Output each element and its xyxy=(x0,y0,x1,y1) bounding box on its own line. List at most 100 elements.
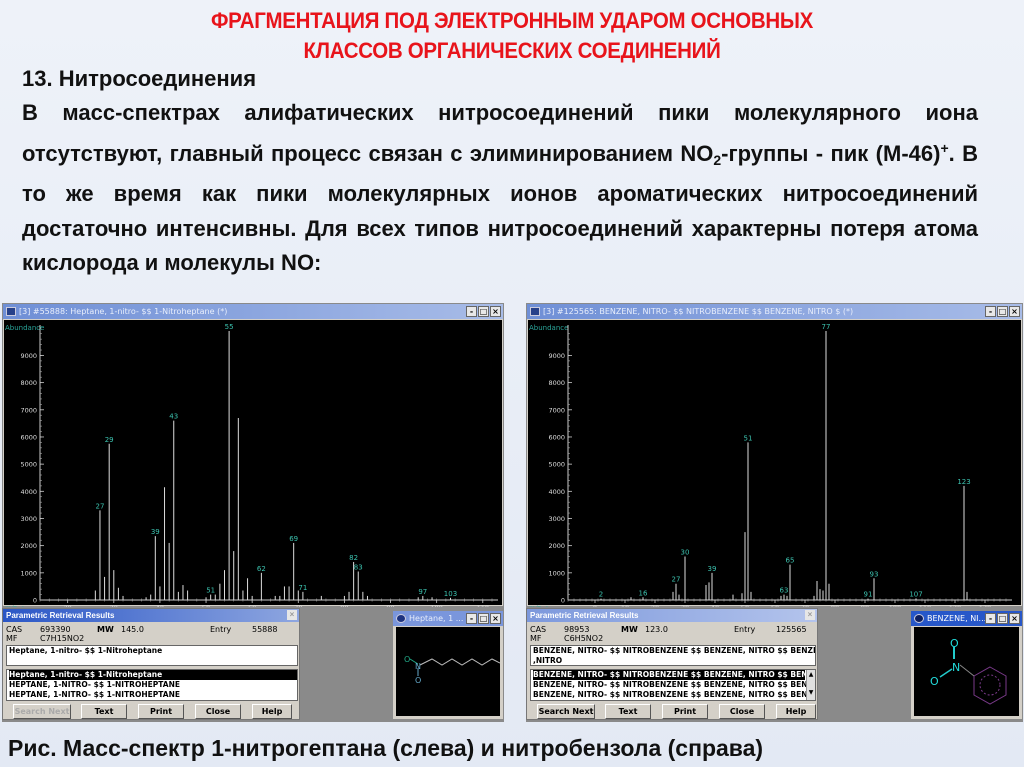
right-structure-window[interactable]: BENZENE, NI... - □ × O N O xyxy=(910,610,1023,720)
y-tick-label: 3000 xyxy=(548,515,565,523)
list-item[interactable]: BENZENE, NITRO- $$ NITROBENZENE $$ BENZE… xyxy=(533,690,815,700)
maximize-button[interactable]: □ xyxy=(478,613,489,624)
peak-label: 69 xyxy=(289,535,298,543)
structure-app-icon xyxy=(914,614,924,623)
minimize-button[interactable]: - xyxy=(985,306,996,317)
list-item[interactable]: Heptane, 1-nitro- $$ 1-Nitroheptane xyxy=(9,670,297,680)
list-scrollbar[interactable]: ▲ ▼ xyxy=(806,670,815,700)
right-results-panel[interactable]: Parametric Retrieval Results × CAS 98953 … xyxy=(526,608,818,720)
peak-label: 55 xyxy=(225,323,234,331)
compound-name-field[interactable]: BENZENE, NITRO- $$ NITROBENZENE $$ BENZE… xyxy=(530,645,816,666)
print-button[interactable]: Print xyxy=(662,704,708,719)
maximize-button[interactable]: □ xyxy=(478,306,489,317)
search-next-button[interactable]: Search Next xyxy=(537,704,595,719)
close-button[interactable]: × xyxy=(1009,613,1020,624)
list-item[interactable]: BENZENE, NITRO- $$ NITROBENZENE $$ BENZE… xyxy=(533,680,815,690)
entry-label: Entry xyxy=(734,625,756,634)
y-tick-label: 5000 xyxy=(20,461,37,469)
right-spectrum-plot: Abundance 0 1000 2000 3000 4000 5000 6000 7000 80… xyxy=(528,320,1021,607)
peak-label: 65 xyxy=(786,557,795,565)
y-tick-label: 8000 xyxy=(548,379,565,387)
text-button[interactable]: Text xyxy=(605,704,651,719)
peak-label: 62 xyxy=(257,565,266,573)
y-tick-label: 7000 xyxy=(548,406,565,414)
y-tick-label: 6000 xyxy=(20,433,37,441)
close-button[interactable]: × xyxy=(490,306,501,317)
help-button[interactable]: Help xyxy=(252,704,292,719)
peak-label: 97 xyxy=(418,588,427,596)
atom-o2: O xyxy=(415,676,421,685)
para-superscript: + xyxy=(940,139,949,156)
atom-o1: O xyxy=(950,637,959,650)
y-tick-label: 9000 xyxy=(548,352,565,360)
para-subscript: 2 xyxy=(713,151,722,168)
mw-label: MW xyxy=(97,625,114,634)
mw-value: 145.0 xyxy=(121,625,144,634)
right-results-titlebar[interactable]: Parametric Retrieval Results × xyxy=(527,609,817,622)
left-spectrum-window[interactable]: [3] #55888: Heptane, 1-nitro- $$ 1-Nitro… xyxy=(2,303,504,607)
mf-label: MF xyxy=(6,634,18,643)
list-item[interactable]: BENZENE, NITRO- $$ NITROBENZENE $$ BENZE… xyxy=(533,670,815,680)
text-button[interactable]: Text xyxy=(81,704,127,719)
cas-label: CAS xyxy=(6,625,23,634)
y-tick-label: 4000 xyxy=(548,488,565,496)
maximize-button[interactable]: □ xyxy=(997,306,1008,317)
peak-label: 16 xyxy=(639,589,648,597)
right-structure-titlebar[interactable]: BENZENE, NI... - □ × xyxy=(911,611,1022,626)
body-paragraph: В масс-спектрах алифатических нитросоеди… xyxy=(22,96,978,281)
peak-label: 123 xyxy=(957,478,970,486)
search-next-button[interactable]: Search Next xyxy=(13,704,71,719)
left-spectrum-title: [3] #55888: Heptane, 1-nitro- $$ 1-Nitro… xyxy=(19,307,228,316)
left-structure-window[interactable]: Heptane, 1 ... - □ × O N O xyxy=(392,610,504,720)
slide-title-line1: ФРАГМЕНТАЦИЯ ПОД ЭЛЕКТРОННЫМ УДАРОМ ОСНО… xyxy=(210,8,814,33)
synonym-list[interactable]: Heptane, 1-nitro- $$ 1-Nitroheptane HEPT… xyxy=(6,669,298,701)
minimize-button[interactable]: - xyxy=(985,613,996,624)
help-button[interactable]: Help xyxy=(776,704,816,719)
mw-label: MW xyxy=(621,625,638,634)
left-structure-titlebar[interactable]: Heptane, 1 ... - □ × xyxy=(393,611,503,626)
y-tick-label: 0 xyxy=(33,597,37,605)
left-spectrum-plot: Abundance 0 1000 2000 3000 4000 5000 6000 7000 80… xyxy=(4,320,502,607)
close-button[interactable]: × xyxy=(1009,306,1020,317)
carbon-chain xyxy=(419,658,500,666)
close-button[interactable]: Close xyxy=(195,704,241,719)
peak-label: 63 xyxy=(780,587,789,595)
peak-label: 51 xyxy=(744,434,753,442)
peak-label: 39 xyxy=(708,565,717,573)
compound-name-field[interactable]: Heptane, 1-nitro- $$ 1-Nitroheptane xyxy=(6,645,298,666)
peak-label: 29 xyxy=(105,436,114,444)
atom-o1: O xyxy=(404,655,410,664)
y-tick-label: 1000 xyxy=(20,569,37,577)
right-spectrum-titlebar[interactable]: [3] #125565: BENZENE, NITRO- $$ NITROBEN… xyxy=(527,304,1022,319)
compound-name-line1: BENZENE, NITRO- $$ NITROBENZENE $$ BENZE… xyxy=(533,646,816,655)
peak-label: 27 xyxy=(95,502,104,510)
scroll-up-icon[interactable]: ▲ xyxy=(807,670,815,680)
list-item[interactable]: HEPTANE, 1-NITRO- $$ 1-NITROHEPTANE xyxy=(9,690,297,700)
minimize-button[interactable]: - xyxy=(466,613,477,624)
slide-title-line2: КЛАССОВ ОРГАНИЧЕСКИХ СОЕДИНЕНИЙ xyxy=(303,38,721,63)
minimize-button[interactable]: - xyxy=(466,306,477,317)
left-results-panel[interactable]: Parametric Retrieval Results × CAS 693390… xyxy=(2,608,300,720)
close-icon[interactable]: × xyxy=(287,610,297,620)
atom-n: N xyxy=(952,661,960,674)
right-spectrum-window[interactable]: [3] #125565: BENZENE, NITRO- $$ NITROBEN… xyxy=(526,303,1023,607)
print-button[interactable]: Print xyxy=(138,704,184,719)
maximize-button[interactable]: □ xyxy=(997,613,1008,624)
synonym-list[interactable]: BENZENE, NITRO- $$ NITROBENZENE $$ BENZE… xyxy=(530,669,816,701)
list-item[interactable]: HEPTANE, 1-NITRO- $$ 1-NITROHEPTANE xyxy=(9,680,297,690)
right-structure-canvas: O N O xyxy=(914,627,1019,716)
figure-caption: Рис. Масс-спектр 1-нитрогептана (слева) … xyxy=(8,735,764,761)
close-button[interactable]: Close xyxy=(719,704,765,719)
close-icon[interactable]: × xyxy=(805,610,815,620)
scroll-down-icon[interactable]: ▼ xyxy=(807,688,815,698)
peak-label: 103 xyxy=(444,590,457,598)
close-button[interactable]: × xyxy=(490,613,501,624)
atom-n: N xyxy=(415,662,421,671)
y-tick-label: 6000 xyxy=(548,433,565,441)
peak-label: 107 xyxy=(909,590,922,598)
cas-value: 98953 xyxy=(564,625,590,634)
left-spectrum-titlebar[interactable]: [3] #55888: Heptane, 1-nitro- $$ 1-Nitro… xyxy=(3,304,503,319)
y-tick-label: 0 xyxy=(561,597,565,605)
left-results-titlebar[interactable]: Parametric Retrieval Results × xyxy=(3,609,299,622)
peak-label: 2 xyxy=(599,591,603,599)
